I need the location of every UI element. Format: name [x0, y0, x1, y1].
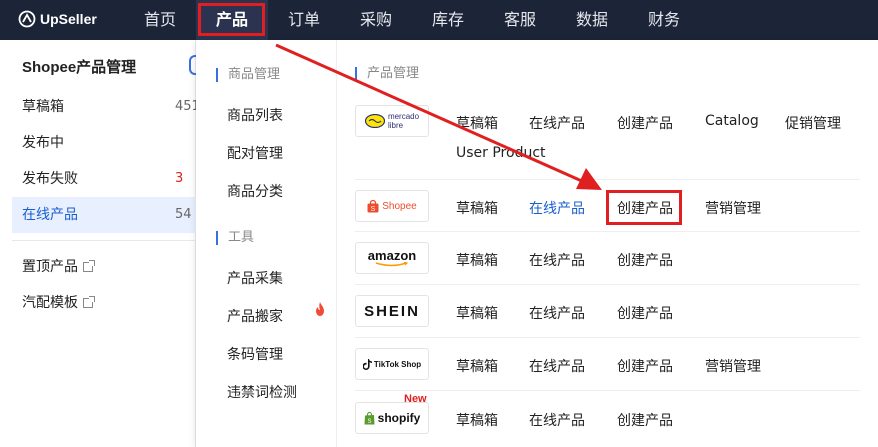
annotation-arrow-icon: [275, 43, 602, 190]
